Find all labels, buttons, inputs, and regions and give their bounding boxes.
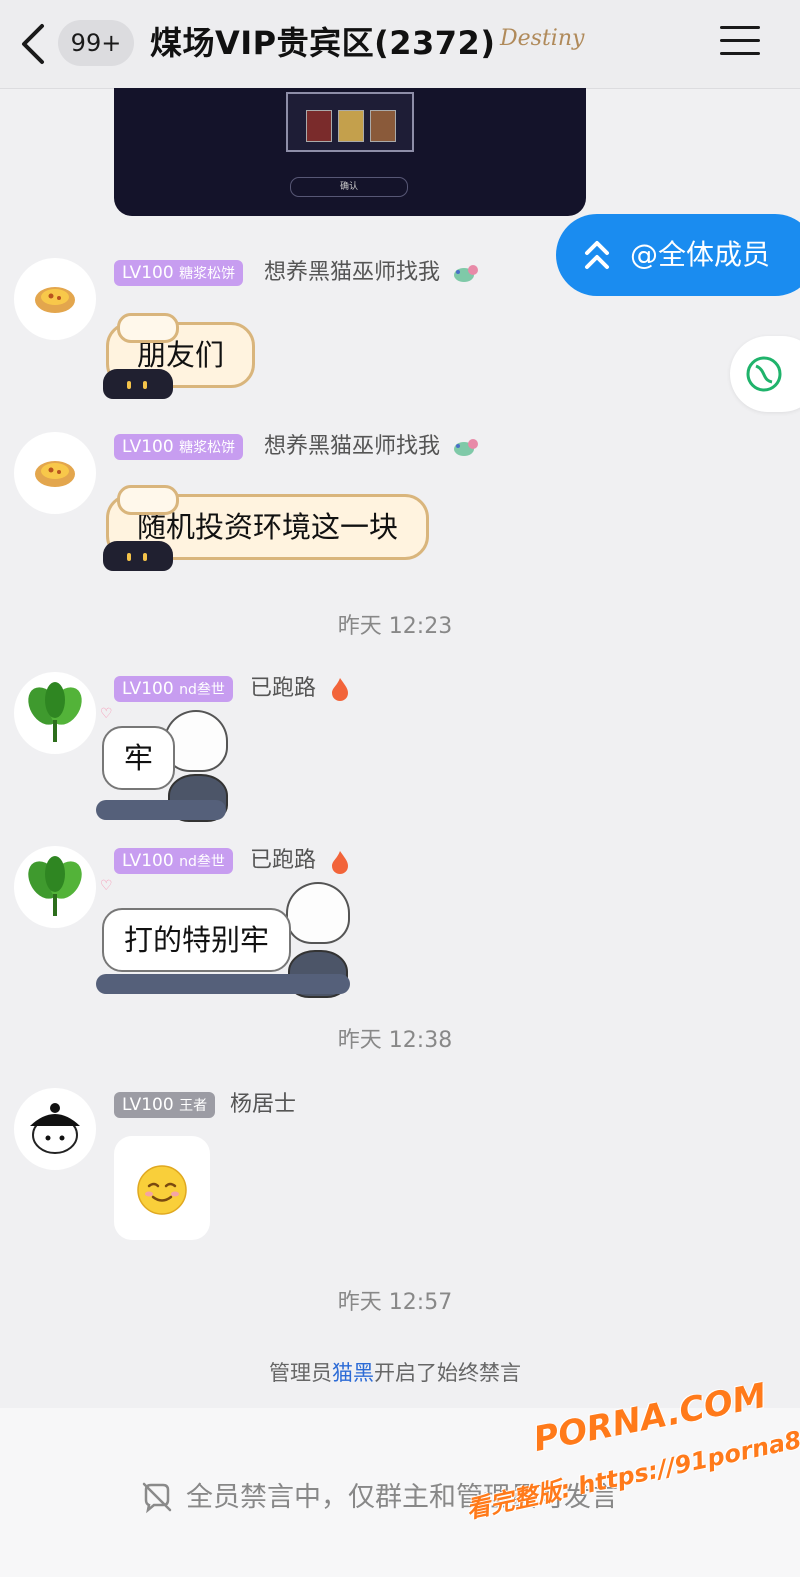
white-fox-decoration (286, 882, 350, 944)
message-bubble[interactable]: 牢 (102, 726, 176, 790)
message-text: 打的特别牢 (124, 923, 270, 957)
level-badge: LV100 糖浆松饼 (114, 260, 244, 286)
sender-nickname[interactable]: 想养黑猫巫师找我 (264, 432, 440, 462)
avatar-egg-tart[interactable] (14, 258, 96, 340)
level-badge: LV100 nd叁世 (114, 848, 233, 874)
sender-nickname[interactable]: 杨居士 (230, 1090, 296, 1120)
side-float-button[interactable] (730, 336, 800, 412)
avatar-green-leaves[interactable] (14, 672, 96, 754)
sender-nickname[interactable]: 想养黑猫巫师找我 (264, 258, 440, 288)
green-ball-icon (744, 354, 784, 398)
avatar-cartoon-hat[interactable] (14, 1088, 96, 1170)
heart-icon: ♡ (100, 706, 113, 722)
double-chevron-up-icon (584, 238, 610, 272)
pastry-decoration (117, 313, 179, 343)
timestamp: 昨天 12:23 (337, 614, 453, 639)
game-card-1 (306, 110, 332, 142)
menu-icon[interactable] (720, 26, 760, 62)
flame-icon (330, 849, 350, 879)
flame-icon (330, 676, 350, 706)
unread-count-badge[interactable]: 99+ (58, 20, 134, 66)
game-confirm-button: 确认 (290, 177, 408, 197)
destiny-decoration: Destiny (500, 26, 585, 51)
black-cat-decoration (103, 541, 173, 571)
mute-icon (140, 1480, 174, 1514)
level-badge: LV100 nd叁世 (114, 676, 233, 702)
fox-tail-decoration (96, 800, 226, 820)
admin-name-link[interactable]: 猫黑 (332, 1361, 374, 1385)
message-text: 牢 (124, 741, 154, 775)
black-cat-decoration (103, 369, 173, 399)
heart-icon: ♡ (100, 878, 113, 894)
dragon-icon (452, 262, 480, 288)
message-bubble[interactable]: 随机投资环境这一块 (103, 485, 430, 571)
group-title: 煤场VIP贵宾区(2372) (150, 24, 496, 62)
game-screenshot-image[interactable]: 确认 (114, 88, 586, 216)
game-card-2 (338, 110, 364, 142)
level-badge: LV100 糖浆松饼 (114, 434, 244, 460)
sender-nickname[interactable]: 已跑路 (250, 846, 316, 876)
dragon-icon (452, 436, 480, 462)
timestamp: 昨天 12:38 (337, 1028, 453, 1053)
back-arrow-icon[interactable] (14, 20, 54, 68)
message-bubble[interactable] (114, 1136, 210, 1240)
timestamp: 昨天 12:57 (337, 1290, 453, 1315)
message-bubble[interactable]: 打的特别牢 (102, 908, 292, 972)
pastry-decoration (117, 485, 179, 515)
fox-tail-decoration (96, 974, 350, 994)
game-card-frame (286, 92, 414, 152)
sender-nickname[interactable]: 已跑路 (250, 674, 316, 704)
game-card-3 (370, 110, 396, 142)
system-notice: 管理员猫黑开启了始终禁言 (269, 1361, 521, 1385)
at-all-members-button[interactable]: @全体成员 (556, 214, 800, 296)
avatar-egg-tart[interactable] (14, 432, 96, 514)
at-all-label: @全体成员 (630, 238, 771, 271)
avatar-green-leaves[interactable] (14, 846, 96, 928)
smiling-face-emoji-icon (136, 1164, 188, 1220)
message-bubble[interactable]: 朋友们 (103, 313, 256, 399)
level-badge: LV100 王者 (114, 1092, 216, 1118)
top-bar: 99+ 煤场VIP贵宾区(2372) Destiny (0, 0, 800, 89)
